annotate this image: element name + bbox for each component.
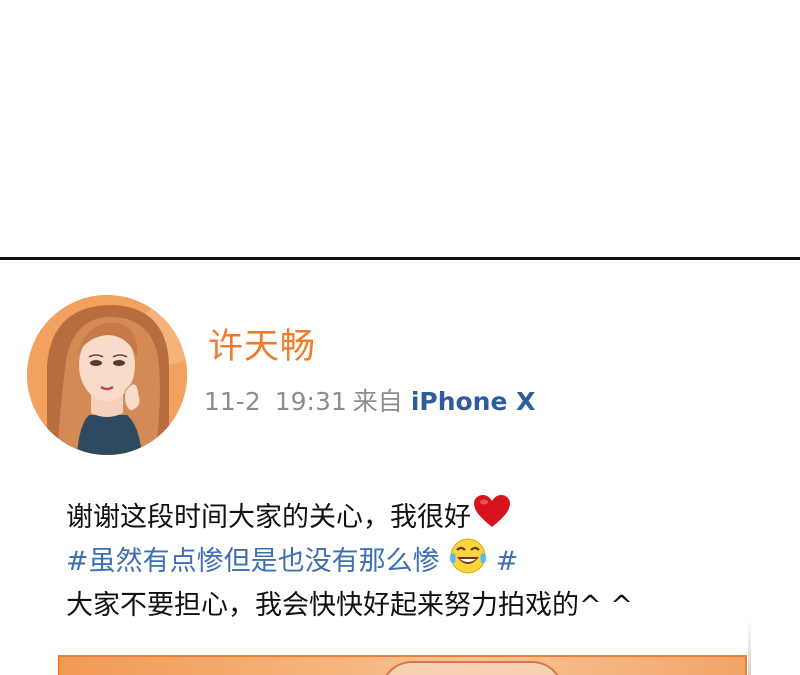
post-line-1: 谢谢这段时间大家的关心，我很好 (66, 495, 766, 540)
preview-image-content (380, 661, 564, 675)
username[interactable]: 许天畅 (208, 318, 316, 369)
post-line-3: 大家不要担心，我会快快好起来努力拍戏的^ ^ (66, 584, 766, 628)
user-avatar[interactable] (27, 295, 187, 455)
post-date: 11-2 (204, 387, 261, 416)
source-prefix: 来自 (352, 387, 403, 416)
blank-panel-area (0, 0, 800, 258)
source-device: iPhone X (410, 387, 536, 416)
post-image-preview[interactable] (58, 655, 747, 675)
hashtag-topic-end[interactable]: # (496, 540, 519, 584)
post-text-line-3: 大家不要担心，我会快快好起来努力拍戏的^ ^ (66, 590, 633, 621)
page-edge-shadow (748, 618, 751, 675)
avatar-portrait-icon (27, 295, 187, 455)
post-meta: 11-2 19:31 来自 iPhone X (204, 382, 535, 418)
post-text-line-1: 谢谢这段时间大家的关心，我很好 (66, 502, 471, 533)
post-time: 19:31 (274, 387, 347, 416)
tears-of-joy-emoji-icon (448, 535, 488, 589)
panel-divider (0, 257, 800, 260)
hashtag-topic-link[interactable]: #虽然有点惨但是也没有那么惨 (66, 540, 440, 584)
comic-panel: 许天畅 11-2 19:31 来自 iPhone X 谢谢这段时间大家的关心，我… (0, 0, 800, 675)
post-line-2: #虽然有点惨但是也没有那么惨 # (66, 538, 766, 584)
post-body: 谢谢这段时间大家的关心，我很好 #虽然有点惨但是也没有那么惨 # 大家不要担心，… (66, 495, 766, 628)
